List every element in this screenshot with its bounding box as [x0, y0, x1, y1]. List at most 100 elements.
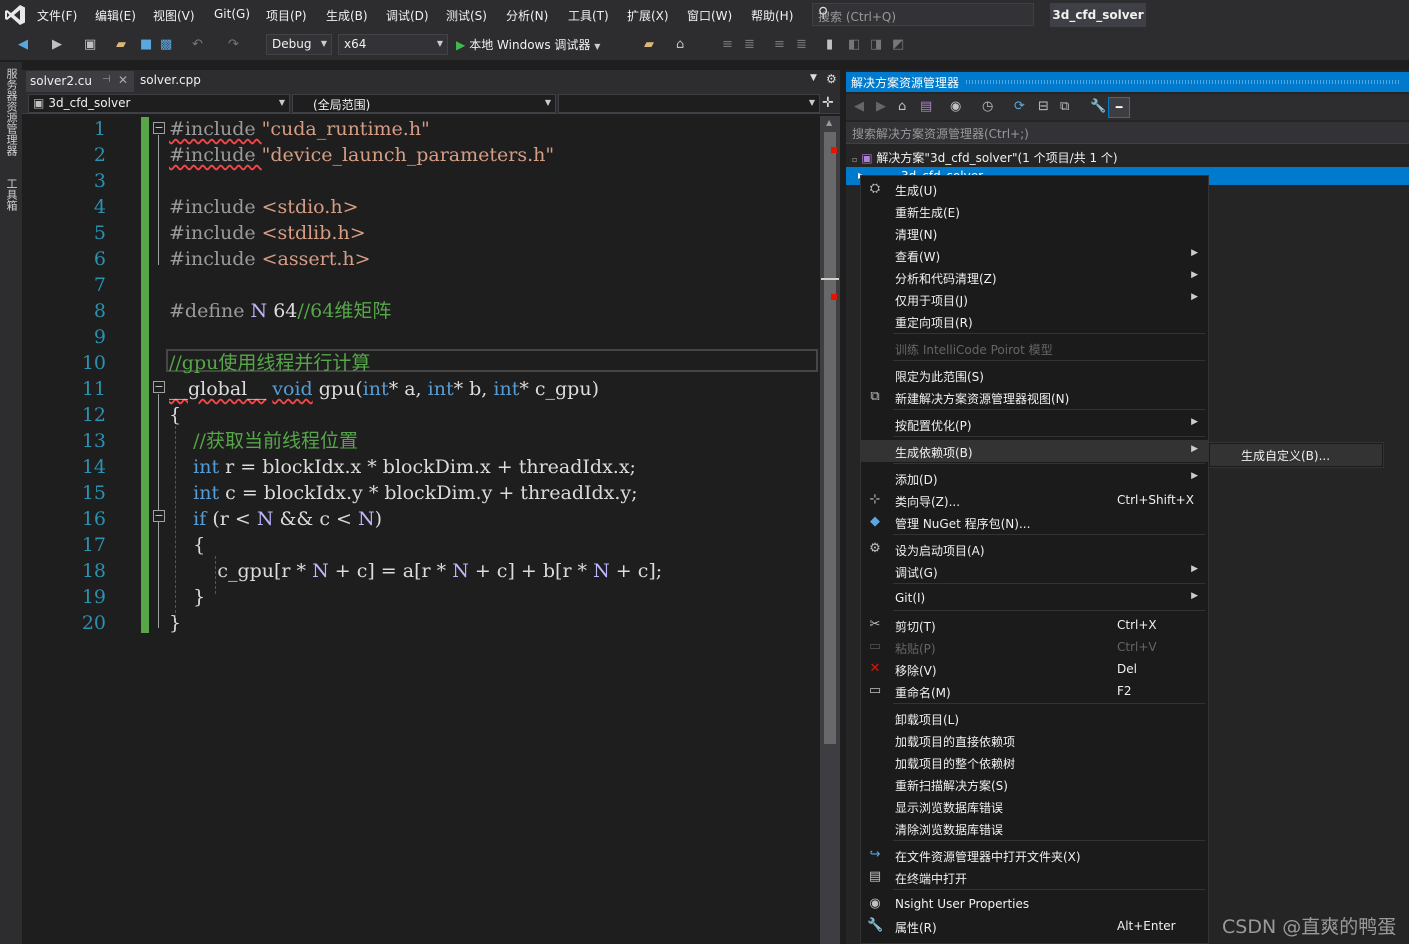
context-menu-item[interactable]: 重定向项目(R) [861, 310, 1208, 332]
context-menu-item[interactable]: 🔧 属性(R) Alt+Enter [861, 915, 1208, 937]
fold-guide [158, 135, 159, 265]
back-icon[interactable]: ◀ [854, 99, 864, 114]
context-menu-item[interactable]: ◆ 管理 NuGet 程序包(N)... [861, 511, 1208, 533]
tab-dropdown-icon[interactable]: ▼ [810, 73, 817, 83]
back-icon[interactable]: ◀ [18, 37, 28, 52]
forward-icon[interactable]: ▶ [52, 37, 62, 52]
solution-config-select[interactable]: Debug ▼ [266, 34, 332, 55]
open-file-icon[interactable]: ▰ [116, 37, 126, 52]
menu-item[interactable]: 编辑(E) [95, 7, 136, 24]
context-menu-item[interactable]: 调试(G) ▶ [861, 560, 1208, 582]
context-menu-item[interactable]: 分析和代码清理(Z) ▶ [861, 266, 1208, 288]
visual-studio-logo-icon[interactable] [4, 4, 26, 26]
save-all-icon[interactable]: ▩ [160, 37, 172, 52]
open-folder-icon[interactable]: ▰ [644, 37, 654, 52]
save-icon[interactable]: ■ [140, 37, 152, 52]
quick-search-input[interactable]: 搜索 (Ctrl+Q) ⚲ [812, 3, 1034, 26]
close-icon[interactable]: ✕ [118, 73, 128, 87]
menu-item[interactable]: 文件(F) [37, 7, 77, 24]
scroll-up-icon[interactable]: ▲ [826, 118, 832, 127]
context-menu-item[interactable]: ⧉ 新建解决方案资源管理器视图(N) [861, 386, 1208, 408]
context-menu-item[interactable]: ▭ 重命名(M) F2 [861, 680, 1208, 702]
gear-icon[interactable]: ⚙ [826, 72, 837, 86]
comment-icon[interactable]: ≡ [774, 37, 785, 52]
context-menu-item[interactable]: 重新生成(E) [861, 200, 1208, 222]
menu-item[interactable]: 视图(V) [153, 7, 195, 24]
context-menu-item[interactable]: 生成依赖项(B) ▶ [861, 440, 1208, 462]
show-all-files-icon[interactable]: ⧉ [1060, 99, 1069, 114]
new-project-icon[interactable]: ▣ [84, 37, 96, 52]
context-menu-item[interactable]: 重新扫描解决方案(S) [861, 773, 1208, 795]
pending-changes-icon[interactable]: ◉ [950, 99, 961, 114]
context-menu-item[interactable]: 加载项目的整个依赖树 [861, 751, 1208, 773]
next-bookmark-icon[interactable]: ◨ [870, 37, 882, 52]
context-menu-item[interactable]: ✕ 移除(V) Del [861, 658, 1208, 680]
sync-icon[interactable]: ⟳ [1014, 99, 1025, 114]
context-menu-item[interactable]: ◉ Nsight User Properties [861, 893, 1208, 915]
home-icon[interactable]: ⌂ [898, 99, 906, 114]
bookmark-icon[interactable]: ▮ [826, 37, 833, 52]
menu-item[interactable]: 项目(P) [266, 7, 307, 24]
server-explorer-tab[interactable]: 服务器资源管理器 [3, 68, 19, 156]
menu-separator [893, 840, 1205, 841]
context-menu-item[interactable]: 清除浏览数据库错误 [861, 817, 1208, 839]
context-menu-item[interactable]: 显示浏览数据库错误 [861, 795, 1208, 817]
fold-toggle[interactable]: − [153, 510, 165, 522]
menu-item[interactable]: 生成(B) [326, 7, 368, 24]
fold-toggle[interactable]: − [153, 122, 165, 134]
tab-solver2-cu[interactable]: solver2.cu ⊣ ✕ [26, 71, 134, 92]
menu-item[interactable]: 扩展(X) [627, 7, 669, 24]
context-menu-item[interactable]: 仅用于项目(J) ▶ [861, 288, 1208, 310]
redo-icon[interactable]: ↷ [228, 37, 239, 52]
context-menu-item[interactable]: Git(I) ▶ [861, 587, 1208, 609]
menu-item[interactable]: 帮助(H) [751, 7, 793, 24]
menu-item[interactable]: 工具(T) [568, 7, 609, 24]
context-menu-item[interactable]: ✂ 剪切(T) Ctrl+X [861, 614, 1208, 636]
context-menu-item[interactable]: 限定为此范围(S) [861, 364, 1208, 386]
context-menu-item[interactable]: 查看(W) ▶ [861, 244, 1208, 266]
uncomment-icon[interactable]: ≣ [796, 37, 807, 52]
build-customizations-item[interactable]: 生成自定义(B)... [1210, 444, 1382, 466]
context-menu-item[interactable]: ⚙ 设为启动项目(A) [861, 538, 1208, 560]
toolbox-tab[interactable]: 工具箱 [3, 178, 19, 211]
align-icon[interactable]: ≣ [744, 37, 755, 52]
solution-search-input[interactable]: 搜索解决方案资源管理器(Ctrl+;) [846, 122, 1409, 144]
platform-select[interactable]: x64 ▼ [338, 34, 448, 55]
clear-bookmarks-icon[interactable]: ◩ [892, 37, 904, 52]
collapse-all-icon[interactable]: ⊟ [1038, 99, 1049, 114]
context-menu-item[interactable]: 按配置优化(P) ▶ [861, 413, 1208, 435]
start-debugging-button[interactable]: ▶ 本地 Windows 调试器 ▼ [456, 36, 600, 53]
pin-icon[interactable]: ⊣ [102, 74, 111, 85]
context-menu-item[interactable]: ▤ 在终端中打开 [861, 866, 1208, 888]
switch-views-icon[interactable]: ▤ [920, 99, 932, 114]
scrollbar-thumb[interactable] [824, 132, 836, 744]
menu-item[interactable]: 分析(N) [506, 7, 548, 24]
context-menu-item[interactable]: ↪ 在文件资源管理器中打开文件夹(X) [861, 844, 1208, 866]
forward-icon[interactable]: ▶ [876, 99, 886, 114]
context-menu-item[interactable]: 添加(D) ▶ [861, 467, 1208, 489]
project-select[interactable]: ▣ 3d_cfd_solver ▼ [28, 94, 290, 113]
fold-toggle[interactable]: − [153, 381, 165, 393]
undo-icon[interactable]: ↶ [192, 37, 203, 52]
solution-node[interactable]: ▫ ▣ 解决方案"3d_cfd_solver"(1 个项目/共 1 个) [852, 149, 1118, 166]
menu-item[interactable]: 窗口(W) [687, 7, 732, 24]
split-editor-icon[interactable]: ✛ [822, 95, 834, 111]
context-menu-item[interactable]: ⛭ 生成(U) [861, 178, 1208, 200]
history-icon[interactable]: ◷ [982, 99, 993, 114]
context-menu-item[interactable]: 卸载项目(L) [861, 707, 1208, 729]
tab-solver-cpp[interactable]: solver.cpp [140, 73, 201, 87]
member-select[interactable]: ▼ [558, 94, 820, 113]
align-left-icon[interactable]: ≡ [722, 37, 733, 52]
context-menu-item[interactable]: 清理(N) [861, 222, 1208, 244]
context-menu-item[interactable]: ⊹ 类向导(Z)... Ctrl+Shift+X [861, 489, 1208, 511]
context-menu-item[interactable]: 加载项目的直接依赖项 [861, 729, 1208, 751]
menu-item[interactable]: 测试(S) [446, 7, 487, 24]
solution-explorer-icon[interactable]: ⌂ [676, 37, 684, 52]
wrench-icon[interactable]: 🔧 [1090, 99, 1106, 114]
preview-icon[interactable]: ━ [1108, 97, 1130, 118]
menu-item[interactable]: 调试(D) [386, 7, 429, 24]
code-line: #include "device_launch_parameters.h" [169, 142, 554, 168]
menu-item[interactable]: Git(G) [214, 7, 250, 21]
prev-bookmark-icon[interactable]: ◧ [848, 37, 860, 52]
scope-select[interactable]: (全局范围) ▼ [292, 94, 556, 113]
